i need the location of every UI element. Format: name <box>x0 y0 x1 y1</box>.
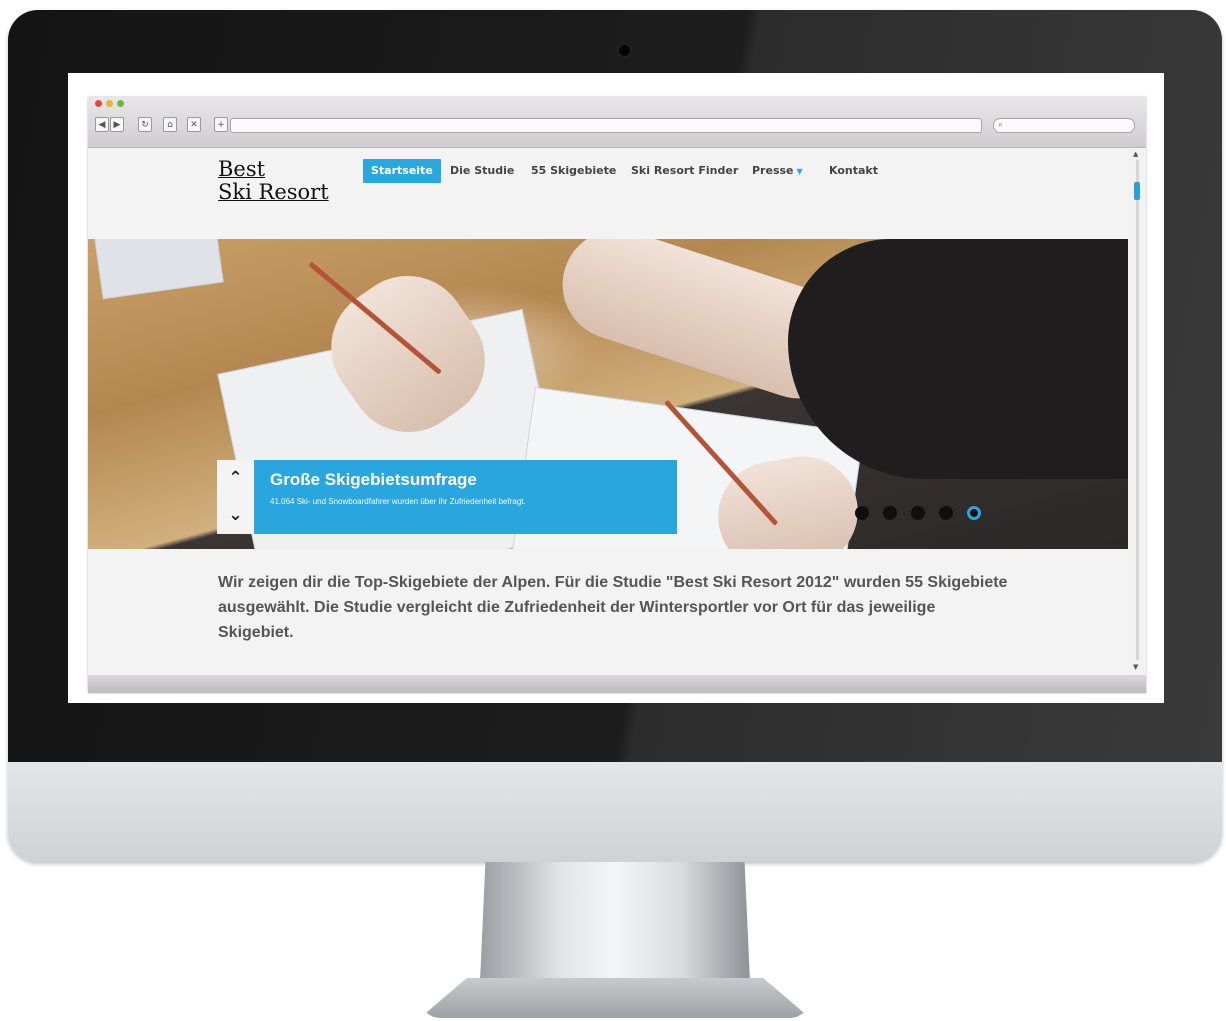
logo-line-1: Best <box>218 157 266 181</box>
hero-paper-3 <box>94 239 224 300</box>
slide-caption[interactable]: Große Skigebietsumfrage 41.064 Ski- und … <box>254 460 677 534</box>
browser-status-bar <box>88 675 1146 693</box>
stop-icon[interactable]: ✕ <box>187 117 201 132</box>
slide-next-button[interactable]: ⌄ <box>217 497 254 534</box>
slide-dot-1[interactable] <box>855 506 869 520</box>
screen: ◀ ▶ ↻ ⌂ ✕ + ⌕ Best Ski Resort Startseite… <box>68 73 1164 703</box>
scroll-thumb[interactable] <box>1134 182 1140 200</box>
stand-neck <box>480 862 750 982</box>
close-window-icon[interactable] <box>95 100 102 107</box>
logo-line-2: Ski Resort <box>218 180 329 204</box>
slide-title: Große Skigebietsumfrage <box>270 470 477 489</box>
home-icon[interactable]: ⌂ <box>163 117 177 132</box>
nav-die-studie[interactable]: Die Studie <box>450 159 514 183</box>
intro-text: Wir zeigen dir die Top-Skigebiete der Al… <box>218 574 1008 641</box>
scroll-track[interactable] <box>1136 160 1139 660</box>
slide-dot-2[interactable] <box>883 506 897 520</box>
search-input[interactable]: ⌕ <box>993 118 1135 133</box>
slide-dot-3[interactable] <box>911 506 925 520</box>
dropdown-caret-icon: ▼ <box>796 167 803 176</box>
nav-startseite[interactable]: Startseite <box>363 159 441 183</box>
minimize-window-icon[interactable] <box>106 100 113 107</box>
slide-subtitle: 41.064 Ski- und Snowboardfahrer wurden ü… <box>270 497 526 506</box>
vertical-scrollbar[interactable]: ▲ ▼ <box>1131 148 1146 675</box>
nav-kontakt[interactable]: Kontakt <box>829 159 878 183</box>
slide-dot-5[interactable] <box>967 506 981 520</box>
browser-toolbar: ◀ ▶ ↻ ⌂ ✕ + ⌕ <box>88 97 1146 148</box>
scroll-up-icon[interactable]: ▲ <box>1133 150 1138 158</box>
forward-icon[interactable]: ▶ <box>110 117 124 132</box>
add-bookmark-icon[interactable]: + <box>214 117 228 132</box>
back-icon[interactable]: ◀ <box>95 117 109 132</box>
search-icon: ⌕ <box>998 120 1004 130</box>
url-input[interactable] <box>230 118 982 133</box>
site-logo[interactable]: Best Ski Resort <box>218 158 329 204</box>
nav-skigebiete[interactable]: 55 Skigebiete <box>531 159 616 183</box>
reload-icon[interactable]: ↻ <box>138 117 152 132</box>
imac-chin <box>8 762 1222 862</box>
nav-ski-resort-finder[interactable]: Ski Resort Finder <box>631 159 738 183</box>
hero-slider: ⌃ ⌄ Große Skigebietsumfrage 41.064 Ski- … <box>88 239 1128 549</box>
slide-dot-4[interactable] <box>939 506 953 520</box>
stand-foot <box>420 978 810 1018</box>
hero-sleeve <box>788 239 1128 479</box>
browser-window: ◀ ▶ ↻ ⌂ ✕ + ⌕ Best Ski Resort Startseite… <box>88 97 1146 693</box>
nav-presse[interactable]: Presse ▼ <box>752 159 803 183</box>
slider-arrows: ⌃ ⌄ <box>217 460 254 534</box>
scroll-down-icon[interactable]: ▼ <box>1133 663 1138 671</box>
nav-presse-label: Presse <box>752 164 794 177</box>
zoom-window-icon[interactable] <box>117 100 124 107</box>
slide-prev-button[interactable]: ⌃ <box>217 460 254 497</box>
camera-icon <box>619 45 630 56</box>
page-viewport: Best Ski Resort Startseite Die Studie 55… <box>88 148 1128 675</box>
